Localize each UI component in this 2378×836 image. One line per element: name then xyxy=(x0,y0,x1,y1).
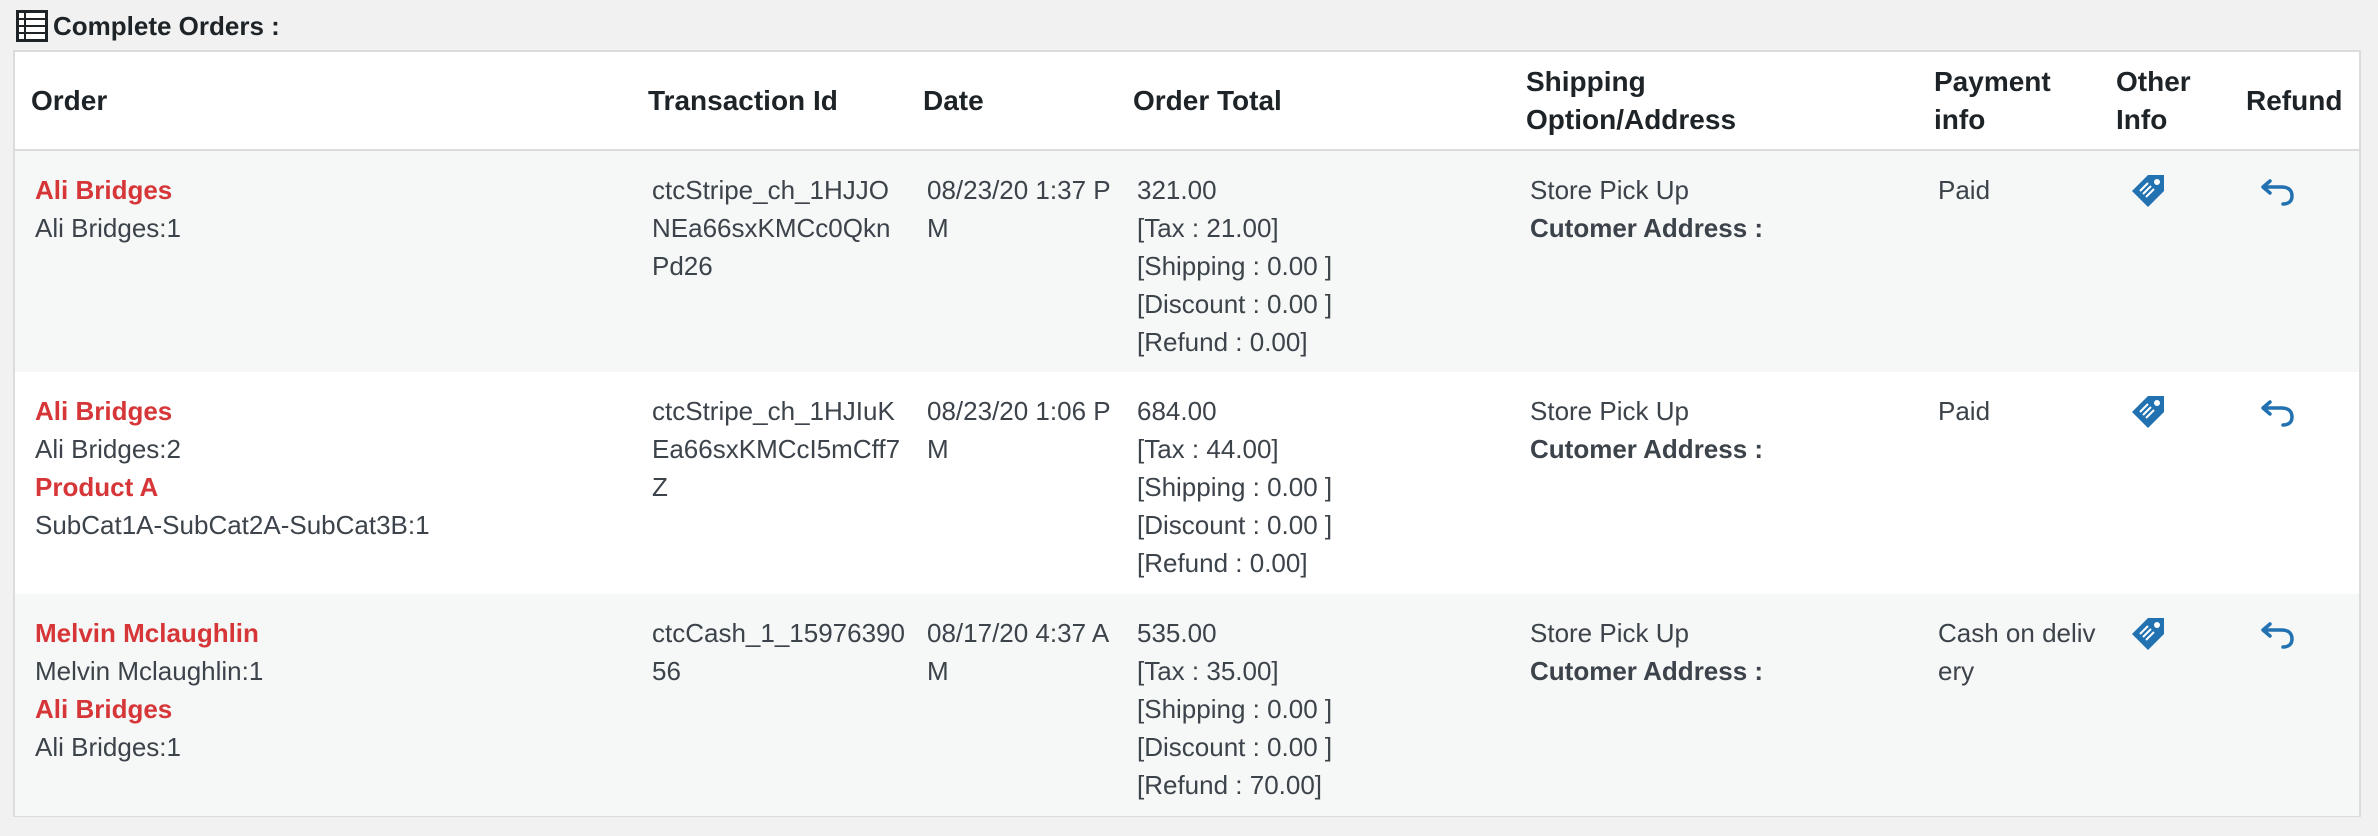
column-header-order-total[interactable]: Order Total xyxy=(1117,52,1510,151)
order-refund-amount: [Refund : 70.00] xyxy=(1137,770,1323,800)
order-refund-amount: [Refund : 0.00] xyxy=(1137,327,1308,357)
order-item-name[interactable]: Ali Bridges xyxy=(35,392,632,430)
order-item-name[interactable]: Melvin Mclaughlin xyxy=(35,614,632,652)
order-refund-amount: [Refund : 0.00] xyxy=(1137,548,1308,578)
shipping-cell: Store Pick Up Cutomer Address : xyxy=(1510,372,1918,594)
tag-ticket-icon[interactable] xyxy=(2128,392,2168,432)
date-cell: 08/23/20 1:37 PM xyxy=(907,150,1117,372)
column-header-payment-info[interactable]: Payment info xyxy=(1918,52,2100,151)
undo-arrow-icon[interactable] xyxy=(2258,392,2298,432)
order-item-name[interactable]: Ali Bridges xyxy=(35,690,632,728)
column-header-transaction-id[interactable]: Transaction Id xyxy=(632,52,907,151)
column-header-refund[interactable]: Refund xyxy=(2230,52,2359,151)
order-item-name[interactable]: Product A xyxy=(35,468,632,506)
transaction-id-cell: ctcStripe_ch_1HJIuKEa66sxKMCcI5mCff7Z xyxy=(632,372,907,594)
order-tax: [Tax : 44.00] xyxy=(1137,434,1279,464)
order-item-detail: Ali Bridges:1 xyxy=(35,213,181,243)
order-total-cell: 684.00 [Tax : 44.00] [Shipping : 0.00 ] … xyxy=(1117,372,1510,594)
column-header-payment-line2: info xyxy=(1934,103,1986,135)
order-total-value: 535.00 xyxy=(1137,618,1217,648)
order-discount: [Discount : 0.00 ] xyxy=(1137,289,1333,319)
order-item-detail: SubCat1A-SubCat2A-SubCat3B:1 xyxy=(35,510,430,540)
page-heading: Complete Orders : xyxy=(13,6,280,46)
customer-address-label: Cutomer Address : xyxy=(1530,656,1764,686)
order-shipping-amount: [Shipping : 0.00 ] xyxy=(1137,694,1333,724)
orders-table: Order Transaction Id Date Order Total Sh… xyxy=(15,52,2359,816)
table-header-row: Order Transaction Id Date Order Total Sh… xyxy=(15,52,2359,151)
column-header-other-line1: Other xyxy=(2116,65,2191,97)
refund-cell xyxy=(2230,372,2359,594)
column-header-other-info[interactable]: Other Info xyxy=(2100,52,2230,151)
order-total-value: 684.00 xyxy=(1137,396,1217,426)
shipping-cell: Store Pick Up Cutomer Address : xyxy=(1510,150,1918,372)
order-discount: [Discount : 0.00 ] xyxy=(1137,732,1333,762)
order-cell: Ali Bridges Ali Bridges:1 xyxy=(15,150,632,372)
shipping-cell: Store Pick Up Cutomer Address : xyxy=(1510,594,1918,816)
refund-cell xyxy=(2230,150,2359,372)
undo-arrow-icon[interactable] xyxy=(2258,614,2298,654)
table-row: Ali Bridges Ali Bridges:2 Product A SubC… xyxy=(15,372,2359,594)
date-cell: 08/17/20 4:37 AM xyxy=(907,594,1117,816)
other-info-cell xyxy=(2100,150,2230,372)
order-item-detail: Ali Bridges:1 xyxy=(35,732,181,762)
order-discount: [Discount : 0.00 ] xyxy=(1137,510,1333,540)
order-item-name[interactable]: Ali Bridges xyxy=(35,171,632,209)
date-cell: 08/23/20 1:06 PM xyxy=(907,372,1117,594)
page-title: Complete Orders : xyxy=(53,10,280,41)
refund-cell xyxy=(2230,594,2359,816)
transaction-id-cell: ctcCash_1_1597639056 xyxy=(632,594,907,816)
order-total-cell: 321.00 [Tax : 21.00] [Shipping : 0.00 ] … xyxy=(1117,150,1510,372)
payment-info-cell: Paid xyxy=(1918,372,2100,594)
order-cell: Ali Bridges Ali Bridges:2 Product A SubC… xyxy=(15,372,632,594)
column-header-order[interactable]: Order xyxy=(15,52,632,151)
undo-arrow-icon[interactable] xyxy=(2258,171,2298,211)
column-header-shipping-line1: Shipping xyxy=(1526,65,1646,97)
order-shipping-amount: [Shipping : 0.00 ] xyxy=(1137,472,1333,502)
order-item-detail: Ali Bridges:2 xyxy=(35,434,181,464)
shipping-option: Store Pick Up xyxy=(1530,396,1689,426)
order-shipping-amount: [Shipping : 0.00 ] xyxy=(1137,251,1333,281)
column-header-other-line2: Info xyxy=(2116,103,2168,135)
column-header-shipping-line2: Option/Address xyxy=(1526,103,1737,135)
order-total-cell: 535.00 [Tax : 35.00] [Shipping : 0.00 ] … xyxy=(1117,594,1510,816)
shipping-option: Store Pick Up xyxy=(1530,618,1689,648)
tag-ticket-icon[interactable] xyxy=(2128,614,2168,654)
transaction-id-cell: ctcStripe_ch_1HJJONEa66sxKMCc0QknPd26 xyxy=(632,150,907,372)
tag-ticket-icon[interactable] xyxy=(2128,171,2168,211)
column-header-shipping[interactable]: Shipping Option/Address xyxy=(1510,52,1918,151)
customer-address-label: Cutomer Address : xyxy=(1530,434,1764,464)
payment-info-cell: Cash on delivery xyxy=(1918,594,2100,816)
order-tax: [Tax : 21.00] xyxy=(1137,213,1279,243)
other-info-cell xyxy=(2100,594,2230,816)
list-icon xyxy=(16,10,48,42)
table-row: Melvin Mclaughlin Melvin Mclaughlin:1 Al… xyxy=(15,594,2359,816)
other-info-cell xyxy=(2100,372,2230,594)
column-header-payment-line1: Payment xyxy=(1934,65,2051,97)
payment-info-cell: Paid xyxy=(1918,150,2100,372)
shipping-option: Store Pick Up xyxy=(1530,175,1689,205)
order-item-detail: Melvin Mclaughlin:1 xyxy=(35,656,264,686)
customer-address-label: Cutomer Address : xyxy=(1530,213,1764,243)
order-total-value: 321.00 xyxy=(1137,175,1217,205)
column-header-date[interactable]: Date xyxy=(907,52,1117,151)
order-tax: [Tax : 35.00] xyxy=(1137,656,1279,686)
table-row: Ali Bridges Ali Bridges:1 ctcStripe_ch_1… xyxy=(15,150,2359,372)
orders-table-container: Order Transaction Id Date Order Total Sh… xyxy=(13,50,2361,817)
order-cell: Melvin Mclaughlin Melvin Mclaughlin:1 Al… xyxy=(15,594,632,816)
